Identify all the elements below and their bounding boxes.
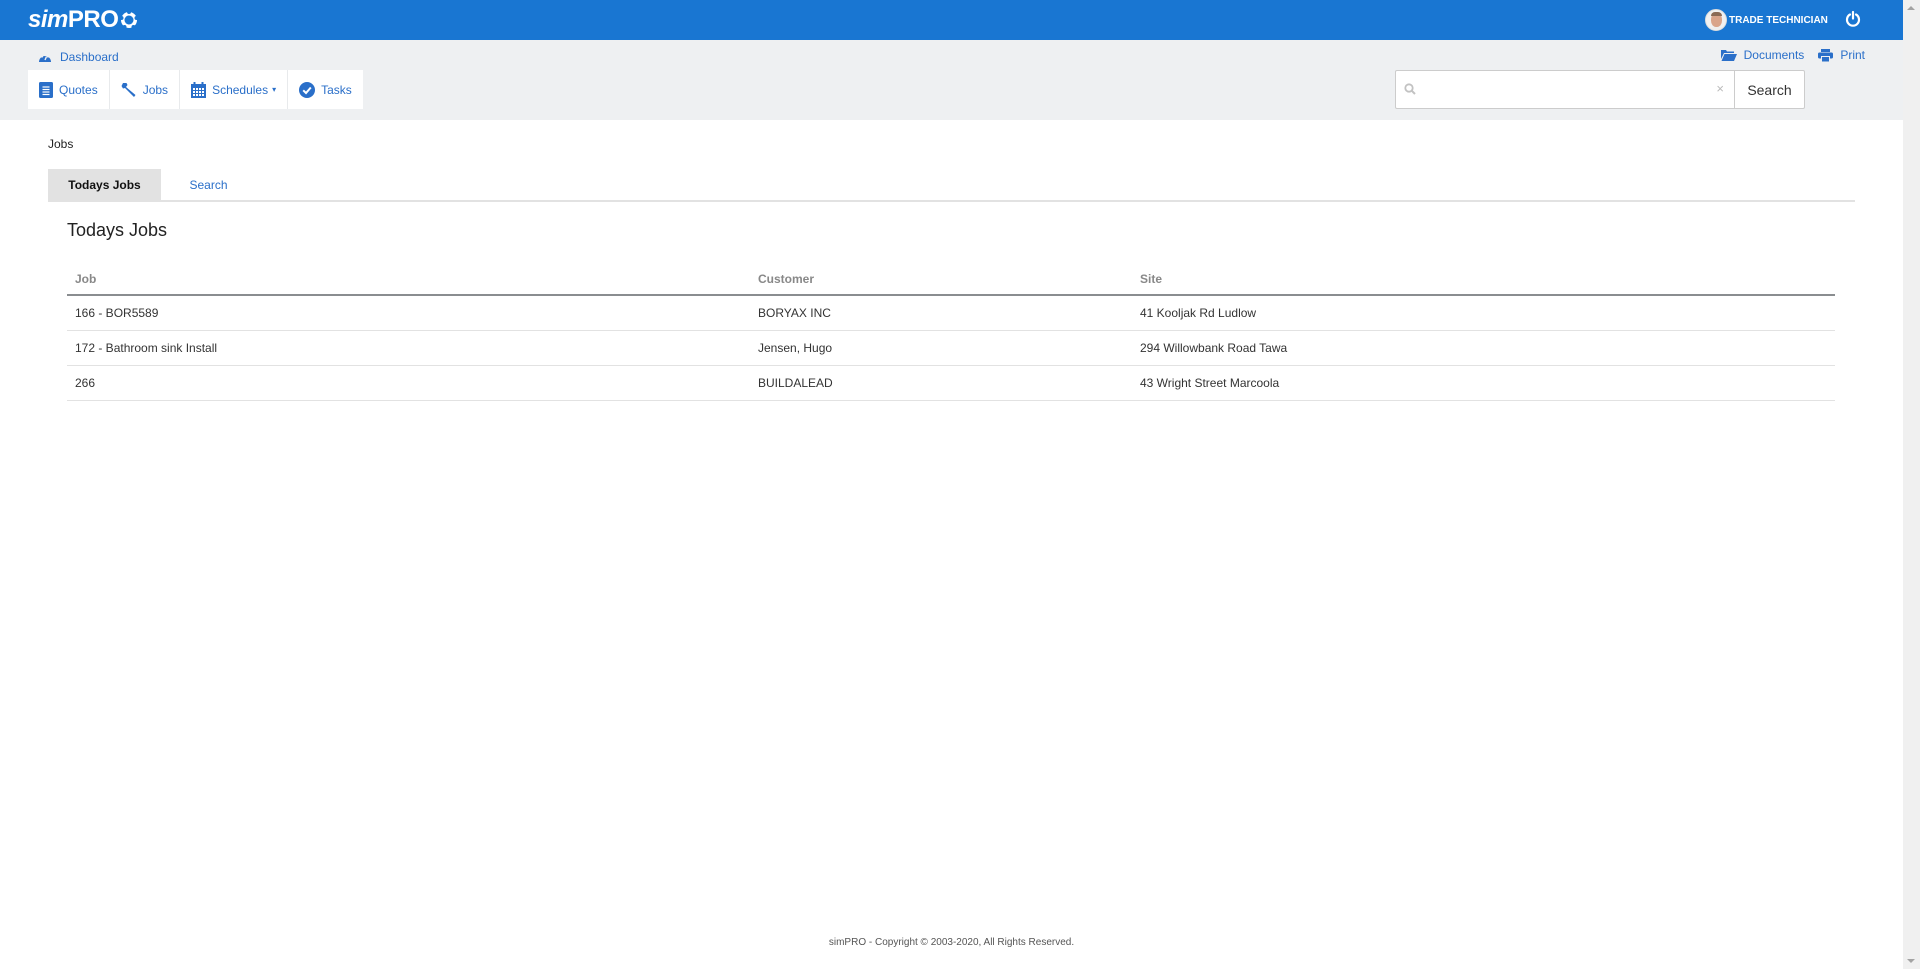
nav-label-tasks: Tasks	[321, 82, 352, 97]
search-input[interactable]	[1422, 75, 1752, 104]
check-circle-icon	[299, 81, 316, 98]
document-icon	[39, 81, 53, 98]
folder-open-icon	[1720, 50, 1737, 61]
todays-jobs-table: Job Customer Site 166 - BOR5589 BORYAX I…	[67, 263, 1835, 401]
nav-item-quotes[interactable]: Quotes	[28, 70, 110, 109]
search-icon	[1404, 83, 1416, 95]
logo-text-pro: PRO	[67, 6, 119, 33]
cell-site: 43 Wright Street Marcoola	[1132, 365, 1835, 401]
dashboard-label: Dashboard	[60, 50, 119, 64]
chevron-down-icon: ▾	[272, 85, 277, 94]
main-nav: Quotes Jobs Schedules ▾ Tasks	[28, 70, 363, 109]
user-name: TRADE TECHNICIAN	[1729, 14, 1828, 26]
nav-item-tasks[interactable]: Tasks	[288, 70, 363, 109]
logo-text-sim: sim	[28, 6, 68, 33]
table-row[interactable]: 172 - Bathroom sink Install Jensen, Hugo…	[67, 330, 1835, 366]
search-field: ×	[1395, 70, 1752, 109]
column-header-customer[interactable]: Customer	[750, 263, 1132, 296]
logo-gear-icon	[119, 10, 139, 29]
cell-site: 41 Kooljak Rd Ludlow	[1132, 295, 1835, 331]
dashboard-link[interactable]: Dashboard	[38, 50, 119, 64]
table-header-row: Job Customer Site	[67, 263, 1835, 296]
cell-customer: BORYAX INC	[750, 295, 1132, 331]
sub-header: Dashboard Quotes Jobs Schedules ▾ Tasks …	[0, 40, 1903, 120]
dashboard-gauge-icon	[39, 53, 51, 62]
cell-customer: BUILDALEAD	[750, 365, 1132, 401]
simpro-logo[interactable]: sim PRO	[28, 6, 139, 34]
page-scrollbar[interactable]	[1903, 0, 1920, 969]
calendar-icon	[191, 81, 207, 98]
global-search: × Search	[1395, 70, 1805, 109]
breadcrumb: Jobs	[48, 137, 74, 151]
column-header-site[interactable]: Site	[1132, 263, 1835, 296]
scroll-down-arrow-icon[interactable]	[1907, 959, 1915, 963]
printer-icon	[1818, 48, 1834, 62]
power-icon[interactable]	[1844, 10, 1862, 28]
cell-job: 166 - BOR5589	[67, 295, 750, 331]
utility-links: Documents Print	[1707, 48, 1865, 62]
documents-link[interactable]: Documents	[1720, 48, 1805, 62]
user-menu[interactable]: TRADE TECHNICIAN	[1705, 9, 1828, 31]
table-row[interactable]: 266 BUILDALEAD 43 Wright Street Marcoola	[67, 365, 1835, 401]
tab-search[interactable]: Search	[161, 169, 256, 200]
avatar	[1705, 9, 1727, 31]
nav-label-jobs: Jobs	[142, 82, 169, 97]
nav-item-jobs[interactable]: Jobs	[110, 70, 181, 109]
clear-search-icon[interactable]: ×	[1716, 81, 1724, 96]
tab-todays-jobs[interactable]: Todays Jobs	[48, 169, 161, 200]
print-label: Print	[1840, 48, 1865, 62]
cell-job: 266	[67, 365, 750, 401]
table-row[interactable]: 166 - BOR5589 BORYAX INC 41 Kooljak Rd L…	[67, 295, 1835, 331]
scroll-up-arrow-icon[interactable]	[1907, 6, 1915, 10]
cell-customer: Jensen, Hugo	[750, 330, 1132, 366]
section-title: Todays Jobs	[67, 220, 168, 240]
documents-label: Documents	[1743, 48, 1805, 62]
nav-item-schedules[interactable]: Schedules ▾	[180, 70, 289, 109]
cell-job: 172 - Bathroom sink Install	[67, 330, 750, 366]
jobs-tabs: Todays Jobs Search	[48, 169, 1855, 202]
column-header-job[interactable]: Job	[67, 263, 750, 296]
cell-site: 294 Willowbank Road Tawa	[1132, 330, 1835, 366]
footer-copyright: simPRO - Copyright © 2003-2020, All Righ…	[828, 937, 1075, 948]
nav-label-schedules: Schedules	[212, 82, 269, 97]
nav-label-quotes: Quotes	[59, 82, 98, 97]
print-link[interactable]: Print	[1818, 48, 1865, 62]
wrench-icon	[121, 82, 136, 97]
top-header: sim PRO TRADE TECHNICIAN	[0, 0, 1903, 40]
